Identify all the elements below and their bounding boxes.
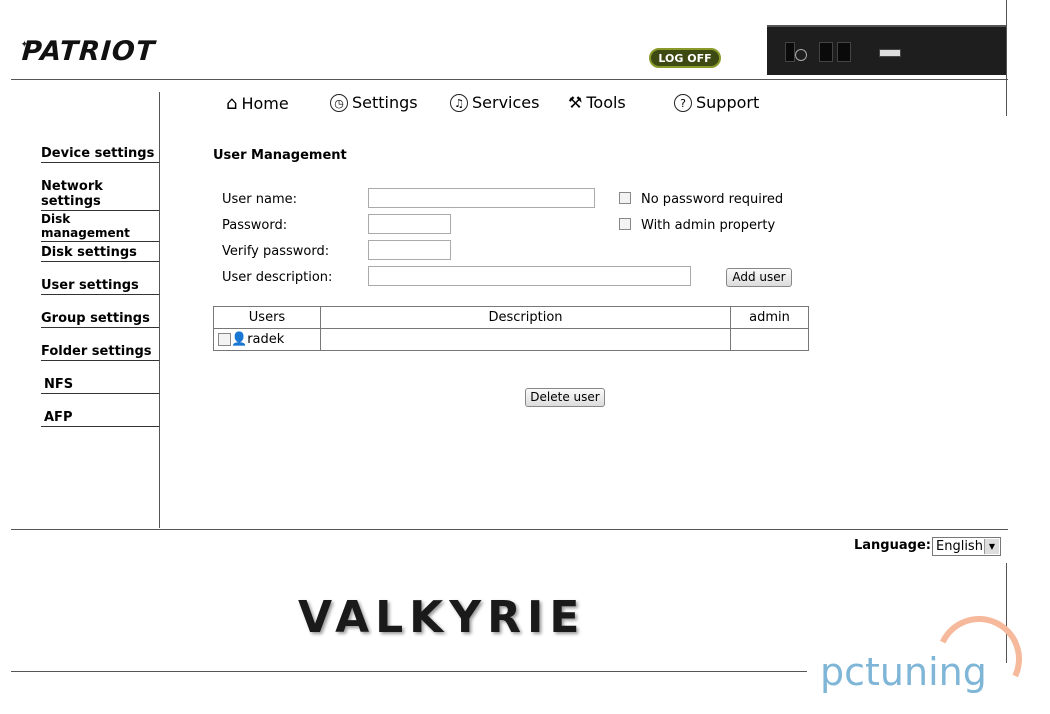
column-header-users: Users xyxy=(213,306,321,329)
password-label: Password: xyxy=(222,218,288,233)
language-value: English xyxy=(936,539,983,554)
logo-dots-icon: ✦ xyxy=(20,40,29,50)
sidebar-divider xyxy=(159,92,160,528)
valkyrie-banner: VALKYRIE xyxy=(298,592,586,643)
home-icon: ⌂ xyxy=(226,93,238,114)
admin-cell xyxy=(730,328,809,351)
sidebar-item-network-settings[interactable]: Network settings xyxy=(41,179,159,211)
device-port xyxy=(785,42,795,62)
usb-port xyxy=(879,49,901,57)
clock-icon: ◷ xyxy=(330,93,348,112)
patriot-logo: ✦ PATRIOT xyxy=(20,36,157,67)
sidebar-item-disk-management[interactable]: Disk management xyxy=(41,212,159,242)
nav-home[interactable]: ⌂ Home xyxy=(226,93,289,114)
verify-password-label: Verify password: xyxy=(222,244,330,259)
power-icon xyxy=(795,49,807,61)
page-title: User Management xyxy=(213,148,347,163)
device-image xyxy=(767,25,1007,75)
nav-support[interactable]: ? Support xyxy=(674,93,759,112)
sidebar-item-group-settings[interactable]: Group settings xyxy=(41,311,159,328)
logoff-button[interactable]: LOG OFF xyxy=(649,48,721,68)
chevron-down-icon: ▼ xyxy=(984,539,999,554)
device-port xyxy=(837,42,851,62)
sidebar-item-nfs[interactable]: NFS xyxy=(41,377,159,394)
sidebar-item-disk-settings[interactable]: Disk settings xyxy=(41,245,159,262)
device-port xyxy=(819,42,833,62)
nav-services[interactable]: ♫ Services xyxy=(450,93,539,112)
table-header-row: Users Description admin xyxy=(213,306,809,329)
sidebar-item-user-settings[interactable]: User settings xyxy=(41,278,159,295)
delete-user-button[interactable]: Delete user xyxy=(525,388,605,407)
username-input[interactable] xyxy=(368,188,595,208)
sidebar-item-device-settings[interactable]: Device settings xyxy=(41,146,159,163)
users-table: Users Description admin 👤radek xyxy=(213,306,809,351)
language-label: Language: xyxy=(854,538,931,553)
username-label: User name: xyxy=(222,192,298,207)
user-select-checkbox[interactable] xyxy=(218,333,231,346)
password-input[interactable] xyxy=(368,214,451,234)
tools-icon: ⚒ xyxy=(568,93,583,112)
user-icon: 👤 xyxy=(231,332,248,347)
bottom-divider xyxy=(11,671,807,672)
language-select[interactable]: English ▼ xyxy=(932,537,1001,556)
table-row: 👤radek xyxy=(213,328,809,351)
nav-settings[interactable]: ◷ Settings xyxy=(330,93,418,112)
header-divider xyxy=(11,79,1008,80)
help-icon: ? xyxy=(674,93,692,112)
admin-property-label: With admin property xyxy=(641,218,776,233)
footer-divider xyxy=(11,529,1008,530)
column-header-description: Description xyxy=(320,306,731,329)
sidebar-item-afp[interactable]: AFP xyxy=(41,410,159,427)
nav-tools[interactable]: ⚒ Tools xyxy=(568,93,626,112)
add-user-button[interactable]: Add user xyxy=(726,268,792,287)
user-name: radek xyxy=(247,332,285,347)
no-password-label: No password required xyxy=(641,192,784,207)
user-cell: 👤radek xyxy=(213,328,321,351)
description-input[interactable] xyxy=(368,266,691,286)
column-header-admin: admin xyxy=(730,306,809,329)
admin-property-checkbox[interactable] xyxy=(619,218,631,230)
pctuning-watermark: pctuning xyxy=(820,650,987,694)
verify-password-input[interactable] xyxy=(368,240,451,260)
sidebar-item-folder-settings[interactable]: Folder settings xyxy=(41,344,159,361)
description-label: User description: xyxy=(222,270,333,285)
no-password-checkbox[interactable] xyxy=(619,192,631,204)
description-cell xyxy=(320,328,731,351)
right-border xyxy=(1006,0,1007,116)
music-note-icon: ♫ xyxy=(450,93,468,112)
